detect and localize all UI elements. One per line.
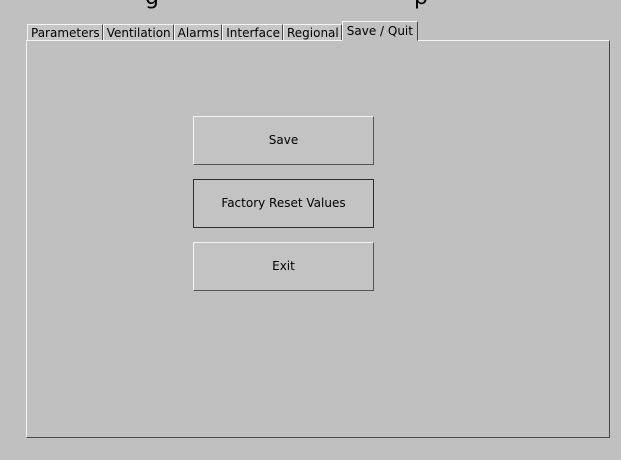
tab-regional[interactable]: Regional	[282, 24, 342, 41]
tab-interface[interactable]: Interface	[222, 24, 283, 41]
factory-reset-values-button[interactable]: Factory Reset Values	[193, 179, 374, 228]
title-fragment-right: p	[414, 0, 428, 10]
save-button[interactable]: Save	[193, 116, 374, 165]
save-quit-panel: Save Factory Reset Values Exit	[26, 40, 610, 438]
tab-parameters[interactable]: Parameters	[27, 24, 103, 41]
tab-alarms[interactable]: Alarms	[173, 24, 223, 41]
title-fragment-left: g	[145, 0, 159, 10]
exit-button[interactable]: Exit	[193, 242, 374, 291]
tab-save-quit[interactable]: Save / Quit	[341, 21, 418, 41]
tab-bar: Parameters Ventilation Alarms Interface …	[27, 21, 418, 41]
window-title-fragment: g p	[0, 0, 621, 10]
tab-ventilation[interactable]: Ventilation	[102, 24, 174, 41]
